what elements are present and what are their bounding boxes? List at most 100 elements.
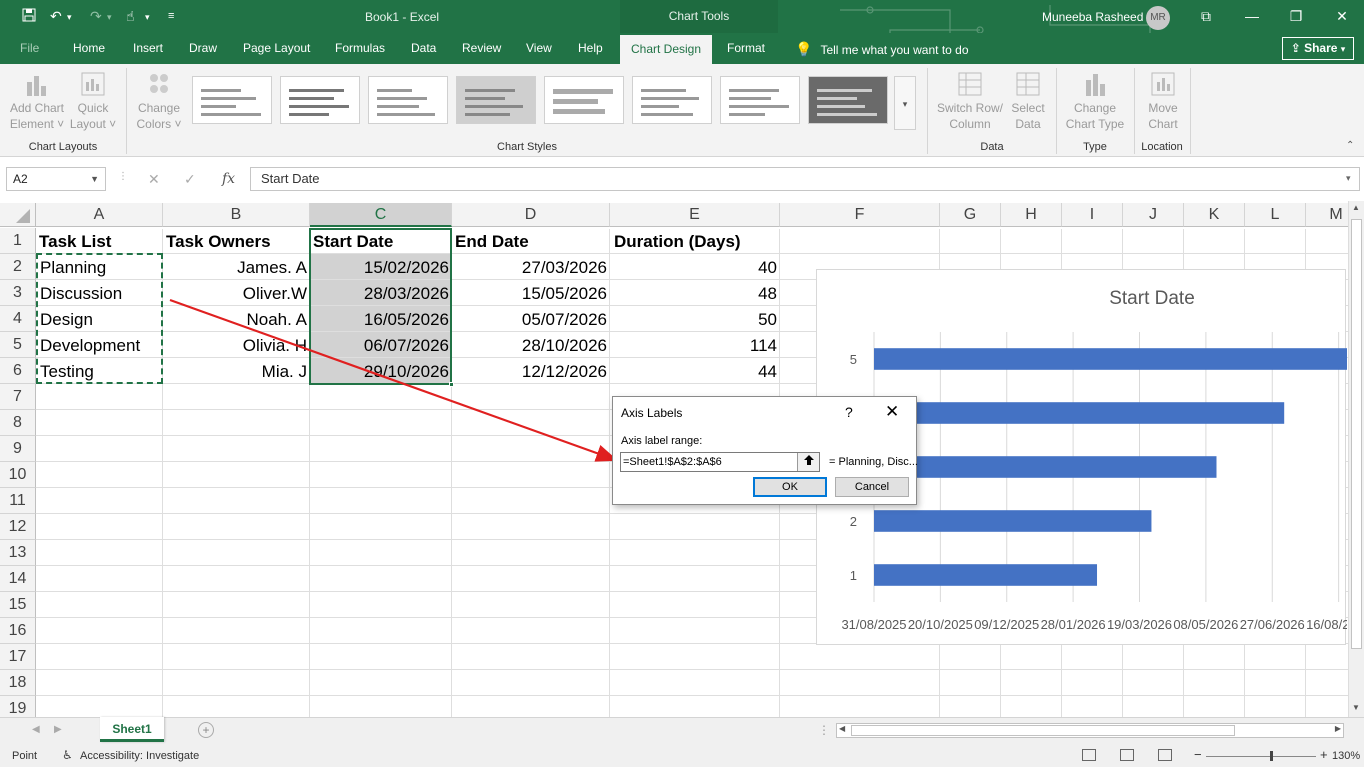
ok-button[interactable]: OK (753, 477, 827, 497)
tell-me-search[interactable]: 💡 Tell me what you want to do (795, 41, 969, 58)
cell-duration[interactable]: 114 (614, 332, 777, 358)
touch-dropdown-icon[interactable]: ▾ (145, 12, 150, 23)
column-header-c[interactable]: C (310, 203, 452, 227)
tab-split-handle-icon[interactable]: ⋮ (818, 723, 830, 737)
scroll-up-icon[interactable]: ▲ (1352, 203, 1360, 212)
column-header-e[interactable]: E (610, 203, 780, 227)
row-header-3[interactable]: 3 (0, 280, 36, 306)
header-cell-duration[interactable]: Duration (Days) (614, 228, 778, 254)
fill-handle[interactable] (449, 382, 454, 387)
customize-qat-icon[interactable]: ≡ (168, 10, 174, 22)
tab-formulas[interactable]: Formulas (335, 41, 385, 55)
next-sheet-icon[interactable]: ▶ (54, 724, 62, 735)
minimize-icon[interactable]: — (1242, 6, 1262, 26)
chart-style-2[interactable] (280, 76, 360, 124)
formula-bar-options-icon[interactable]: ⋮ (118, 171, 128, 182)
cell-duration[interactable]: 50 (614, 306, 777, 332)
column-header-l[interactable]: L (1245, 203, 1306, 227)
row-header-16[interactable]: 16 (0, 618, 36, 644)
cell-end-date[interactable]: 27/03/2026 (455, 254, 607, 280)
column-header-g[interactable]: G (940, 203, 1001, 227)
ribbon-display-icon[interactable]: ⧉ (1196, 6, 1216, 26)
column-header-h[interactable]: H (1001, 203, 1062, 227)
share-button[interactable]: ⇪ Share ▾ (1282, 37, 1354, 60)
chart-bar[interactable] (874, 348, 1347, 370)
close-icon[interactable]: ✕ (1332, 6, 1352, 26)
header-cell-task-owners[interactable]: Task Owners (166, 228, 308, 254)
switch-row-column-button[interactable]: Switch Row/ Column (934, 70, 1006, 132)
row-header-19[interactable]: 19 (0, 696, 36, 717)
styles-gallery-more-icon[interactable]: ▾ (894, 76, 916, 130)
sheet-tab-sheet1[interactable]: Sheet1 (100, 717, 164, 742)
tab-file[interactable]: File (20, 41, 39, 55)
column-header-b[interactable]: B (163, 203, 310, 227)
add-chart-element-button[interactable]: Add Chart Element ˅ (6, 70, 68, 132)
row-header-8[interactable]: 8 (0, 410, 36, 436)
zoom-in-icon[interactable]: + (1320, 747, 1328, 762)
cell-duration[interactable]: 44 (614, 358, 777, 384)
help-button[interactable]: ? (845, 404, 853, 420)
row-header-7[interactable]: 7 (0, 384, 36, 410)
chart-style-7[interactable] (720, 76, 800, 124)
cell-duration[interactable]: 48 (614, 280, 777, 306)
zoom-slider-thumb[interactable] (1270, 751, 1273, 761)
cell-end-date[interactable]: 05/07/2026 (455, 306, 607, 332)
quick-layout-button[interactable]: Quick Layout ˅ (66, 70, 120, 132)
column-header-k[interactable]: K (1184, 203, 1245, 227)
chart-style-3[interactable] (368, 76, 448, 124)
column-header-i[interactable]: I (1062, 203, 1123, 227)
column-header-j[interactable]: J (1123, 203, 1184, 227)
cell-end-date[interactable]: 15/05/2026 (455, 280, 607, 306)
row-header-1[interactable]: 1 (0, 228, 36, 254)
undo-dropdown-icon[interactable]: ▾ (67, 12, 72, 23)
page-layout-view-icon[interactable] (1120, 749, 1134, 761)
chart-style-4[interactable] (456, 76, 536, 124)
name-box-dropdown-icon[interactable]: ▼ (90, 168, 99, 190)
zoom-level[interactable]: 130% (1332, 750, 1360, 762)
chart-bar[interactable] (874, 564, 1098, 586)
cell-owner[interactable]: James. A (166, 254, 307, 280)
horizontal-scrollbar[interactable]: ◀ ▶ (836, 723, 1344, 738)
normal-view-icon[interactable] (1082, 749, 1096, 761)
user-name[interactable]: Muneeba Rasheed (1042, 10, 1143, 24)
move-chart-button[interactable]: Move Chart (1140, 70, 1186, 132)
scroll-down-icon[interactable]: ▼ (1352, 703, 1360, 712)
change-colors-button[interactable]: Change Colors ˅ (132, 70, 186, 132)
redo-dropdown-icon[interactable]: ▾ (107, 12, 112, 23)
save-icon[interactable] (22, 8, 36, 25)
enter-entry-icon[interactable]: ✓ (184, 171, 196, 188)
vertical-scroll-thumb[interactable] (1351, 219, 1362, 649)
insert-function-icon[interactable]: fx (222, 171, 235, 187)
cell-owner[interactable]: Olivia. H (166, 332, 307, 358)
header-cell-end-date[interactable]: End Date (455, 228, 607, 254)
cell-end-date[interactable]: 12/12/2026 (455, 358, 607, 384)
expand-formula-bar-icon[interactable]: ▾ (1346, 173, 1351, 184)
column-header-a[interactable]: A (36, 203, 163, 227)
cell-owner[interactable]: Noah. A (166, 306, 308, 332)
collapse-ribbon-icon[interactable]: ⌃ (1346, 140, 1354, 151)
collapse-dialog-icon[interactable] (797, 453, 819, 471)
row-header-12[interactable]: 12 (0, 514, 36, 540)
chart-bar[interactable] (874, 510, 1152, 532)
row-header-18[interactable]: 18 (0, 670, 36, 696)
row-header-6[interactable]: 6 (0, 358, 36, 384)
row-header-11[interactable]: 11 (0, 488, 36, 514)
formula-input[interactable]: Start Date (250, 167, 1360, 191)
zoom-slider[interactable] (1206, 756, 1316, 757)
tab-format[interactable]: Format (727, 41, 765, 55)
row-header-14[interactable]: 14 (0, 566, 36, 592)
add-sheet-icon[interactable]: + (198, 722, 214, 738)
chart-style-8[interactable] (808, 76, 888, 124)
column-header-m[interactable]: M (1306, 203, 1348, 227)
row-header-10[interactable]: 10 (0, 462, 36, 488)
chart-bar[interactable] (874, 402, 1285, 424)
cancel-button[interactable]: Cancel (835, 477, 909, 497)
chart-style-6[interactable] (632, 76, 712, 124)
vertical-scrollbar[interactable]: ▲ ▼ (1348, 201, 1364, 717)
restore-icon[interactable]: ❐ (1286, 6, 1306, 26)
header-cell-task-list[interactable]: Task List (39, 228, 161, 254)
axis-labels-dialog[interactable]: Axis Labels ? ✕ Axis label range: =Sheet… (612, 396, 918, 505)
column-header-f[interactable]: F (780, 203, 940, 227)
row-header-13[interactable]: 13 (0, 540, 36, 566)
row-header-9[interactable]: 9 (0, 436, 36, 462)
